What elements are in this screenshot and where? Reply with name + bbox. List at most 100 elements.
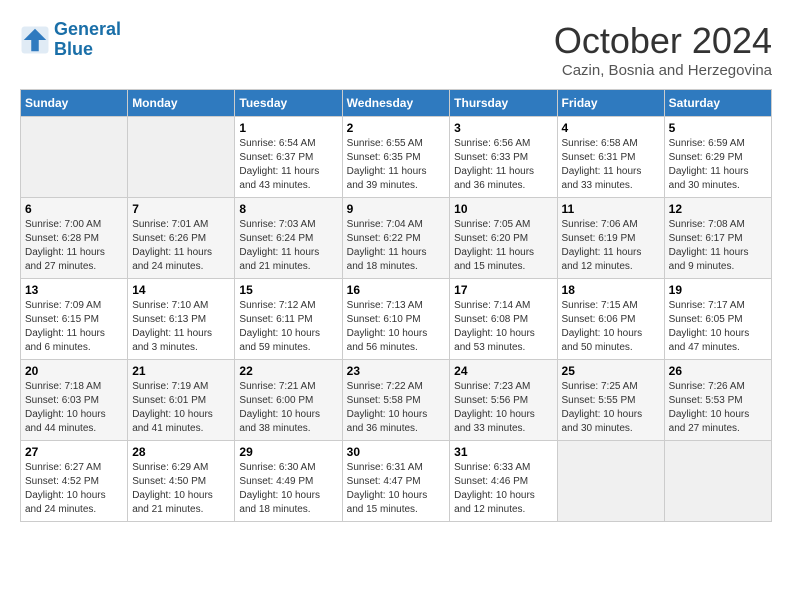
day-number: 30	[347, 445, 446, 459]
day-info: Sunrise: 7:08 AM Sunset: 6:17 PM Dayligh…	[669, 218, 767, 274]
day-info: Sunrise: 7:14 AM Sunset: 6:08 PM Dayligh…	[454, 299, 552, 355]
day-cell: 30Sunrise: 6:31 AM Sunset: 4:47 PM Dayli…	[342, 441, 450, 522]
day-info: Sunrise: 7:15 AM Sunset: 6:06 PM Dayligh…	[562, 299, 660, 355]
day-cell: 12 Sunrise: 7:08 AM Sunset: 6:17 PM Dayli…	[664, 198, 771, 279]
location: Cazin, Bosnia and Herzegovina	[554, 62, 772, 79]
day-info: Sunrise: 7:17 AM Sunset: 6:05 PM Dayligh…	[669, 299, 767, 355]
day-cell: 10 Sunrise: 7:05 AM Sunset: 6:20 PM Dayli…	[450, 198, 557, 279]
day-cell: 14 Sunrise: 7:10 AM Sunset: 6:13 PM Dayli…	[128, 279, 235, 360]
week-row-4: 20 Sunrise: 7:18 AM Sunset: 6:03 PM Dayli…	[21, 360, 772, 441]
day-number: 10	[454, 202, 552, 216]
day-info: Sunrise: 7:13 AM Sunset: 6:10 PM Dayligh…	[347, 299, 446, 355]
week-row-1: 1Sunrise: 6:54 AM Sunset: 6:37 PM Daylig…	[21, 117, 772, 198]
day-cell: 20 Sunrise: 7:18 AM Sunset: 6:03 PM Dayli…	[21, 360, 128, 441]
day-number: 4	[562, 121, 660, 135]
day-info: Sunrise: 6:27 AM Sunset: 4:52 PM Dayligh…	[25, 461, 123, 517]
day-cell: 29 Sunrise: 6:30 AM Sunset: 4:49 PM Dayli…	[235, 441, 342, 522]
day-number: 18	[562, 283, 660, 297]
header-row: SundayMondayTuesdayWednesdayThursdayFrid…	[21, 90, 772, 117]
day-cell: 4Sunrise: 6:58 AM Sunset: 6:31 PM Daylig…	[557, 117, 664, 198]
logo-text: General Blue	[54, 20, 121, 60]
column-header-thursday: Thursday	[450, 90, 557, 117]
day-cell: 16 Sunrise: 7:13 AM Sunset: 6:10 PM Dayli…	[342, 279, 450, 360]
column-header-wednesday: Wednesday	[342, 90, 450, 117]
day-info: Sunrise: 7:06 AM Sunset: 6:19 PM Dayligh…	[562, 218, 660, 274]
calendar-header: SundayMondayTuesdayWednesdayThursdayFrid…	[21, 90, 772, 117]
day-cell	[128, 117, 235, 198]
day-number: 12	[669, 202, 767, 216]
column-header-tuesday: Tuesday	[235, 90, 342, 117]
day-number: 3	[454, 121, 552, 135]
day-info: Sunrise: 6:56 AM Sunset: 6:33 PM Dayligh…	[454, 137, 552, 193]
day-number: 21	[132, 364, 230, 378]
day-info: Sunrise: 7:18 AM Sunset: 6:03 PM Dayligh…	[25, 380, 123, 436]
day-cell: 21Sunrise: 7:19 AM Sunset: 6:01 PM Dayli…	[128, 360, 235, 441]
day-number: 24	[454, 364, 552, 378]
day-cell: 9Sunrise: 7:04 AM Sunset: 6:22 PM Daylig…	[342, 198, 450, 279]
day-number: 16	[347, 283, 446, 297]
day-info: Sunrise: 7:00 AM Sunset: 6:28 PM Dayligh…	[25, 218, 123, 274]
day-info: Sunrise: 7:26 AM Sunset: 5:53 PM Dayligh…	[669, 380, 767, 436]
day-number: 2	[347, 121, 446, 135]
column-header-friday: Friday	[557, 90, 664, 117]
calendar-table: SundayMondayTuesdayWednesdayThursdayFrid…	[20, 89, 772, 522]
day-cell: 28Sunrise: 6:29 AM Sunset: 4:50 PM Dayli…	[128, 441, 235, 522]
day-number: 13	[25, 283, 123, 297]
month-title: October 2024	[554, 20, 772, 62]
week-row-3: 13 Sunrise: 7:09 AM Sunset: 6:15 PM Dayli…	[21, 279, 772, 360]
day-cell: 23 Sunrise: 7:22 AM Sunset: 5:58 PM Dayli…	[342, 360, 450, 441]
day-info: Sunrise: 6:30 AM Sunset: 4:49 PM Dayligh…	[239, 461, 337, 517]
day-info: Sunrise: 7:12 AM Sunset: 6:11 PM Dayligh…	[239, 299, 337, 355]
day-info: Sunrise: 7:21 AM Sunset: 6:00 PM Dayligh…	[239, 380, 337, 436]
day-number: 7	[132, 202, 230, 216]
calendar-body: 1Sunrise: 6:54 AM Sunset: 6:37 PM Daylig…	[21, 117, 772, 522]
day-info: Sunrise: 7:04 AM Sunset: 6:22 PM Dayligh…	[347, 218, 446, 274]
day-number: 20	[25, 364, 123, 378]
day-number: 29	[239, 445, 337, 459]
day-number: 6	[25, 202, 123, 216]
title-block: October 2024 Cazin, Bosnia and Herzegovi…	[554, 20, 772, 79]
day-cell: 19Sunrise: 7:17 AM Sunset: 6:05 PM Dayli…	[664, 279, 771, 360]
day-info: Sunrise: 7:01 AM Sunset: 6:26 PM Dayligh…	[132, 218, 230, 274]
day-info: Sunrise: 6:55 AM Sunset: 6:35 PM Dayligh…	[347, 137, 446, 193]
day-cell: 8Sunrise: 7:03 AM Sunset: 6:24 PM Daylig…	[235, 198, 342, 279]
day-cell: 5Sunrise: 6:59 AM Sunset: 6:29 PM Daylig…	[664, 117, 771, 198]
day-info: Sunrise: 7:22 AM Sunset: 5:58 PM Dayligh…	[347, 380, 446, 436]
day-info: Sunrise: 7:10 AM Sunset: 6:13 PM Dayligh…	[132, 299, 230, 355]
logo-icon	[20, 25, 50, 55]
column-header-sunday: Sunday	[21, 90, 128, 117]
day-cell: 22 Sunrise: 7:21 AM Sunset: 6:00 PM Dayli…	[235, 360, 342, 441]
day-cell: 24 Sunrise: 7:23 AM Sunset: 5:56 PM Dayli…	[450, 360, 557, 441]
day-cell: 3 Sunrise: 6:56 AM Sunset: 6:33 PM Daylig…	[450, 117, 557, 198]
day-cell: 13 Sunrise: 7:09 AM Sunset: 6:15 PM Dayli…	[21, 279, 128, 360]
day-info: Sunrise: 6:59 AM Sunset: 6:29 PM Dayligh…	[669, 137, 767, 193]
page-header: General Blue October 2024 Cazin, Bosnia …	[20, 20, 772, 79]
day-cell: 7 Sunrise: 7:01 AM Sunset: 6:26 PM Daylig…	[128, 198, 235, 279]
day-number: 14	[132, 283, 230, 297]
day-info: Sunrise: 7:25 AM Sunset: 5:55 PM Dayligh…	[562, 380, 660, 436]
day-cell: 1Sunrise: 6:54 AM Sunset: 6:37 PM Daylig…	[235, 117, 342, 198]
day-number: 8	[239, 202, 337, 216]
day-info: Sunrise: 7:23 AM Sunset: 5:56 PM Dayligh…	[454, 380, 552, 436]
day-info: Sunrise: 7:05 AM Sunset: 6:20 PM Dayligh…	[454, 218, 552, 274]
column-header-monday: Monday	[128, 90, 235, 117]
day-number: 22	[239, 364, 337, 378]
logo: General Blue	[20, 20, 121, 60]
day-cell	[664, 441, 771, 522]
day-cell: 31 Sunrise: 6:33 AM Sunset: 4:46 PM Dayli…	[450, 441, 557, 522]
day-number: 23	[347, 364, 446, 378]
day-cell: 26Sunrise: 7:26 AM Sunset: 5:53 PM Dayli…	[664, 360, 771, 441]
day-cell	[557, 441, 664, 522]
day-number: 25	[562, 364, 660, 378]
day-number: 31	[454, 445, 552, 459]
day-info: Sunrise: 7:09 AM Sunset: 6:15 PM Dayligh…	[25, 299, 123, 355]
day-number: 28	[132, 445, 230, 459]
day-cell: 25 Sunrise: 7:25 AM Sunset: 5:55 PM Dayli…	[557, 360, 664, 441]
day-cell: 11Sunrise: 7:06 AM Sunset: 6:19 PM Dayli…	[557, 198, 664, 279]
day-cell: 27 Sunrise: 6:27 AM Sunset: 4:52 PM Dayli…	[21, 441, 128, 522]
day-info: Sunrise: 6:54 AM Sunset: 6:37 PM Dayligh…	[239, 137, 337, 193]
day-number: 27	[25, 445, 123, 459]
day-cell: 6 Sunrise: 7:00 AM Sunset: 6:28 PM Daylig…	[21, 198, 128, 279]
day-cell: 15Sunrise: 7:12 AM Sunset: 6:11 PM Dayli…	[235, 279, 342, 360]
day-info: Sunrise: 6:33 AM Sunset: 4:46 PM Dayligh…	[454, 461, 552, 517]
